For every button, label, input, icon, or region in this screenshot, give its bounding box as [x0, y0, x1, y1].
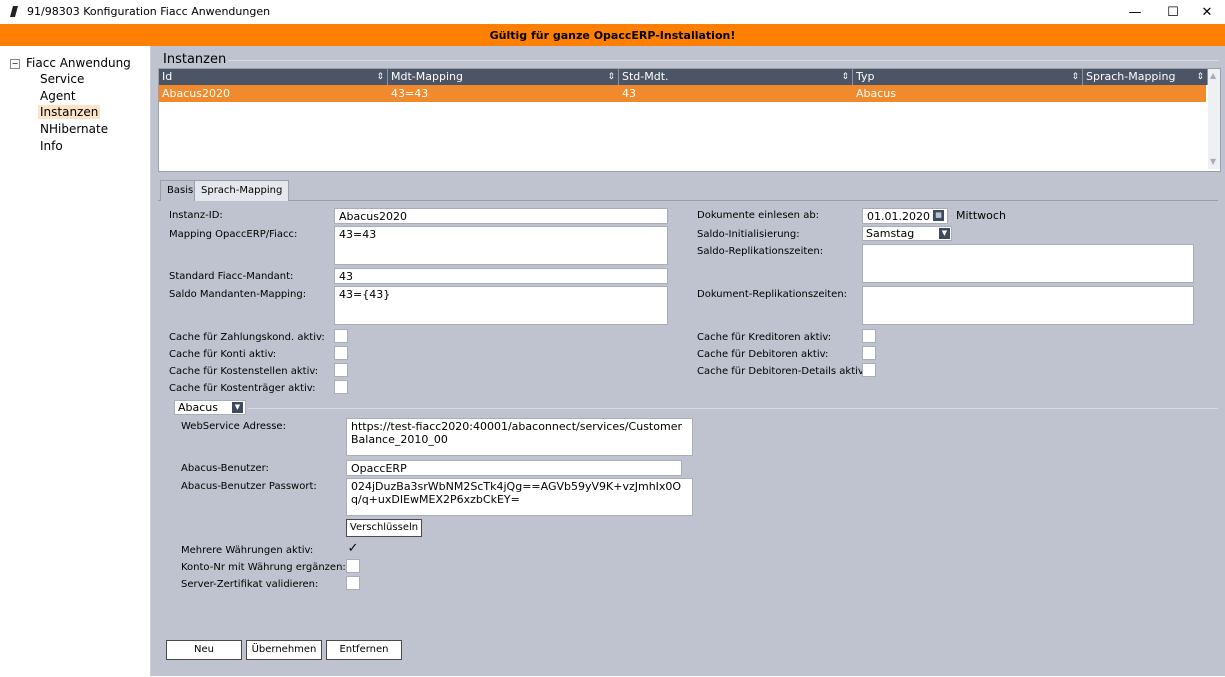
connector-type-value: Abacus	[178, 401, 218, 414]
column-header-label: Typ	[856, 70, 875, 83]
abacus-user-label: Abacus-Benutzer:	[181, 463, 269, 474]
cache-zahlungskond-label: Cache für Zahlungskond. aktiv:	[169, 332, 325, 343]
remove-button[interactable]: Entfernen	[326, 640, 402, 660]
maximize-icon[interactable]: ☐	[1155, 0, 1191, 24]
new-button[interactable]: Neu	[166, 640, 242, 660]
column-header-std-mdt[interactable]: Std-Mdt. ⇕	[619, 69, 853, 85]
column-header-label: Std-Mdt.	[622, 70, 669, 83]
scroll-down-icon[interactable]: ▼	[1210, 157, 1216, 166]
navigation-tree	[0, 46, 151, 676]
saldo-init-dropdown[interactable]: Samstag ▼	[862, 226, 952, 241]
tree-item-info[interactable]: Info	[38, 139, 65, 153]
mapping-label: Mapping OpaccERP/Fiacc:	[169, 229, 298, 240]
tree-item-instanzen[interactable]: Instanzen	[38, 105, 101, 119]
tab-sprach-mapping[interactable]: Sprach-Mapping	[194, 180, 290, 201]
close-icon[interactable]: ✕	[1189, 0, 1225, 24]
installation-banner: Gültig für ganze OpaccERP-Installation!	[0, 24, 1225, 46]
cache-konti-checkbox[interactable]	[334, 346, 348, 360]
instances-group-label: Instanzen	[161, 52, 229, 67]
cell-id: Abacus2020	[162, 87, 230, 100]
cache-kostenstellen-checkbox[interactable]	[334, 363, 348, 377]
sort-icon[interactable]: ⇕	[841, 69, 849, 85]
calendar-icon[interactable]: ▦	[933, 210, 944, 221]
webservice-field[interactable]: https://test-fiacc2020:40001/abaconnect/…	[346, 418, 693, 456]
sort-icon[interactable]: ⇕	[376, 69, 384, 85]
tree-root-label: Fiacc Anwendung	[26, 56, 131, 70]
column-header-sprach-mapping[interactable]: Sprach-Mapping ⇕	[1083, 69, 1208, 85]
abacus-password-label: Abacus-Benutzer Passwort:	[181, 481, 317, 492]
saldo-repl-field[interactable]	[862, 244, 1194, 283]
section-divider	[248, 408, 1218, 409]
sort-icon[interactable]: ⇕	[607, 69, 615, 85]
cache-kostentraeger-checkbox[interactable]	[334, 380, 348, 394]
abacus-user-field[interactable]: OpaccERP	[346, 460, 682, 476]
chevron-down-icon[interactable]: ▼	[232, 402, 243, 413]
cache-debitoren-details-label: Cache für Debitoren-Details aktiv:	[697, 366, 867, 377]
cache-zahlungskond-checkbox[interactable]	[334, 329, 348, 343]
instances-grid: Id ⇕ Mdt-Mapping ⇕ Std-Mdt. ⇕ Typ ⇕ Sprach-M…	[158, 68, 1221, 172]
cache-kostentraeger-label: Cache für Kostenträger aktiv:	[169, 383, 316, 394]
dok-repl-label: Dokument-Replikationszeiten:	[697, 289, 848, 300]
instanz-id-field[interactable]: Abacus2020	[334, 208, 668, 224]
minimize-icon[interactable]: —	[1117, 0, 1153, 24]
cache-kostenstellen-label: Cache für Kostenstellen aktiv:	[169, 366, 319, 377]
tree-item-nhibernate[interactable]: NHibernate	[38, 122, 110, 136]
cell-sprach-mapping	[1083, 85, 1086, 102]
cell-mdt-mapping: 43=43	[391, 87, 429, 100]
standard-mandant-label: Standard Fiacc-Mandant:	[169, 271, 294, 282]
mapping-field[interactable]: 43=43	[334, 226, 668, 265]
table-row[interactable]: Abacus2020 43=43 43 Abacus	[159, 85, 1206, 102]
cell-std-mdt: 43	[622, 87, 636, 100]
apply-button[interactable]: Übernehmen	[246, 640, 322, 660]
tree-root[interactable]: − Fiacc Anwendung	[10, 56, 131, 70]
server-zertifikat-label: Server-Zertifikat validieren:	[181, 579, 319, 590]
encrypt-button[interactable]: Verschlüsseln	[346, 519, 422, 537]
saldo-mapping-field[interactable]: 43={43}	[334, 286, 668, 325]
column-header-label: Mdt-Mapping	[391, 70, 463, 83]
column-header-label: Sprach-Mapping	[1086, 70, 1176, 83]
window-title: 91/98303 Konfiguration Fiacc Anwendungen	[27, 5, 271, 18]
title-bar: 91/98303 Konfiguration Fiacc Anwendungen…	[0, 0, 1225, 24]
app-icon	[10, 6, 18, 17]
column-header-mdt-mapping[interactable]: Mdt-Mapping ⇕	[388, 69, 619, 85]
cache-debitoren-details-checkbox[interactable]	[862, 363, 876, 377]
saldo-mapping-label: Saldo Mandanten-Mapping:	[169, 289, 307, 300]
instanz-id-label: Instanz-ID:	[169, 210, 223, 221]
saldo-repl-label: Saldo-Replikationszeiten:	[697, 246, 824, 257]
konto-nr-waehrung-label: Konto-Nr mit Währung ergänzen:	[181, 562, 346, 573]
cache-konti-label: Cache für Konti aktiv:	[169, 349, 277, 360]
column-header-id[interactable]: Id ⇕	[159, 69, 388, 85]
column-header-label: Id	[162, 70, 173, 83]
group-divider	[228, 60, 1219, 61]
saldo-init-label: Saldo-Initialisierung:	[697, 229, 800, 240]
cell-typ: Abacus	[856, 87, 896, 100]
cache-debitoren-checkbox[interactable]	[862, 346, 876, 360]
konto-nr-waehrung-checkbox[interactable]	[346, 559, 360, 573]
cache-debitoren-label: Cache für Debitoren aktiv:	[697, 349, 829, 360]
cache-kreditoren-label: Cache für Kreditoren aktiv:	[697, 332, 832, 343]
column-header-typ[interactable]: Typ ⇕	[853, 69, 1083, 85]
sort-icon[interactable]: ⇕	[1071, 69, 1079, 85]
scroll-up-icon[interactable]: ▲	[1210, 71, 1216, 80]
cache-kreditoren-checkbox[interactable]	[862, 329, 876, 343]
dok-repl-field[interactable]	[862, 286, 1194, 325]
weekday-text: Mittwoch	[956, 209, 1006, 222]
tree-item-service[interactable]: Service	[38, 72, 86, 86]
mehrere-waehrungen-checkbox[interactable]: ✓	[346, 542, 360, 556]
dokumente-ab-label: Dokumente einlesen ab:	[697, 210, 820, 221]
saldo-init-value: Samstag	[866, 227, 915, 240]
server-zertifikat-checkbox[interactable]	[346, 576, 360, 590]
collapse-icon[interactable]: −	[10, 59, 20, 69]
sort-icon[interactable]: ⇕	[1196, 69, 1204, 85]
mehrere-waehrungen-label: Mehrere Währungen aktiv:	[181, 545, 314, 556]
webservice-label: WebService Adresse:	[181, 421, 286, 432]
abacus-password-field[interactable]: 024jDuzBa3srWbNM2ScTk4jQg==AGVb59yV9K+vz…	[346, 478, 693, 516]
connector-type-dropdown[interactable]: Abacus ▼	[174, 400, 246, 415]
chevron-down-icon[interactable]: ▼	[939, 228, 950, 239]
tree-item-agent[interactable]: Agent	[38, 89, 78, 103]
grid-scrollbar[interactable]: ▲ ▼	[1208, 69, 1220, 169]
standard-mandant-field[interactable]: 43	[334, 268, 668, 284]
